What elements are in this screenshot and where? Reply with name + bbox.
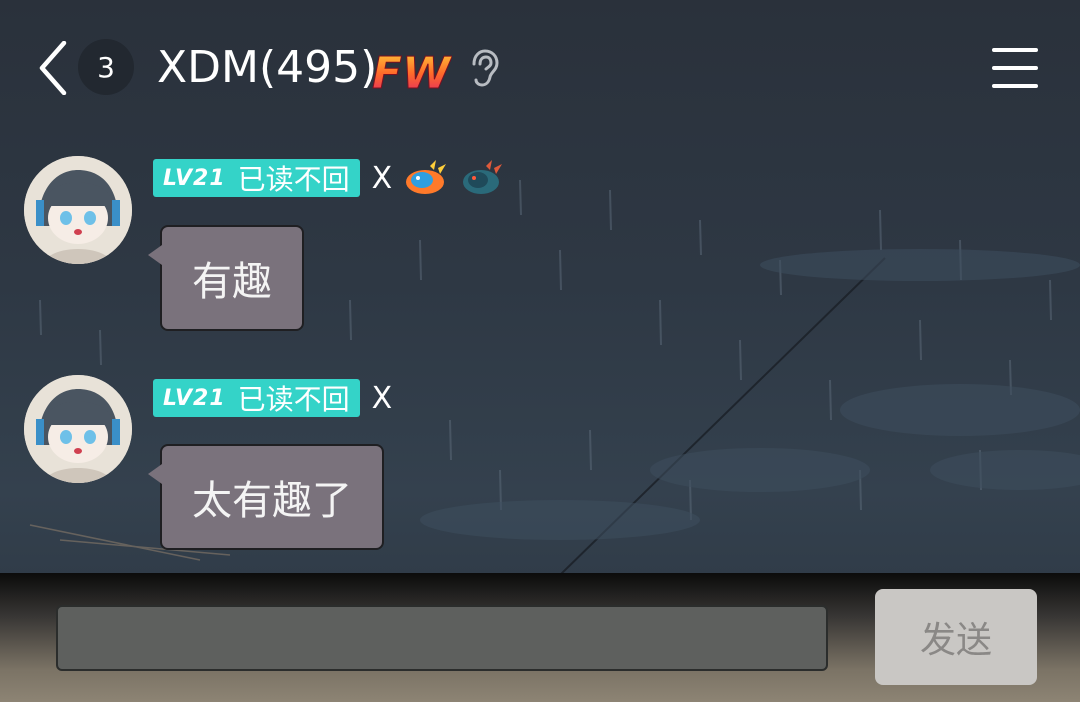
dragon-medal-dark-icon — [463, 160, 503, 194]
chevron-left-icon — [39, 41, 67, 95]
composer-bar: 发送 — [0, 573, 1080, 702]
level-label: LV21 — [163, 385, 226, 411]
sender-name[interactable]: X — [372, 161, 393, 196]
bubble-tail — [148, 464, 162, 484]
message-input[interactable] — [56, 605, 828, 671]
avatar[interactable] — [24, 375, 132, 483]
message-text: 有趣 — [192, 259, 272, 305]
chat-header: 3 XDM(495) FW — [0, 0, 1080, 130]
ear-icon[interactable] — [466, 48, 500, 88]
menu-bar-bottom — [992, 84, 1038, 88]
sender-name[interactable]: X — [372, 381, 393, 416]
chat-screen: 3 XDM(495) FW LV21 已读不回 X 有趣 LV21 已读不回 X… — [0, 0, 1080, 702]
member-title: 已读不回 — [237, 383, 350, 416]
avatar-chibi-icon — [24, 375, 132, 483]
level-title-tag: LV21 已读不回 — [153, 159, 360, 197]
sender-row: LV21 已读不回 X — [153, 378, 392, 418]
message-bubble[interactable]: 太有趣了 — [148, 444, 384, 550]
level-title-tag: LV21 已读不回 — [153, 379, 360, 417]
chat-title[interactable]: XDM(495) — [157, 38, 377, 98]
message-text: 太有趣了 — [192, 478, 352, 524]
back-button[interactable] — [30, 38, 76, 98]
member-title: 已读不回 — [237, 163, 350, 196]
menu-bar-top — [992, 48, 1038, 52]
menu-button[interactable] — [992, 48, 1038, 88]
avatar[interactable] — [24, 156, 132, 264]
menu-bar-middle — [992, 66, 1038, 70]
unread-count-badge: 3 — [78, 39, 134, 95]
send-button[interactable]: 发送 — [875, 589, 1037, 685]
level-label: LV21 — [163, 165, 226, 191]
avatar-chibi-icon — [24, 156, 132, 264]
message-bubble[interactable]: 有趣 — [148, 225, 304, 331]
fw-badge-text: FW — [372, 48, 452, 96]
dragon-medal-fire-icon — [406, 160, 447, 194]
sender-row: LV21 已读不回 X — [153, 158, 504, 198]
bubble-tail — [148, 245, 162, 265]
fw-badge-icon: FW — [372, 48, 453, 97]
